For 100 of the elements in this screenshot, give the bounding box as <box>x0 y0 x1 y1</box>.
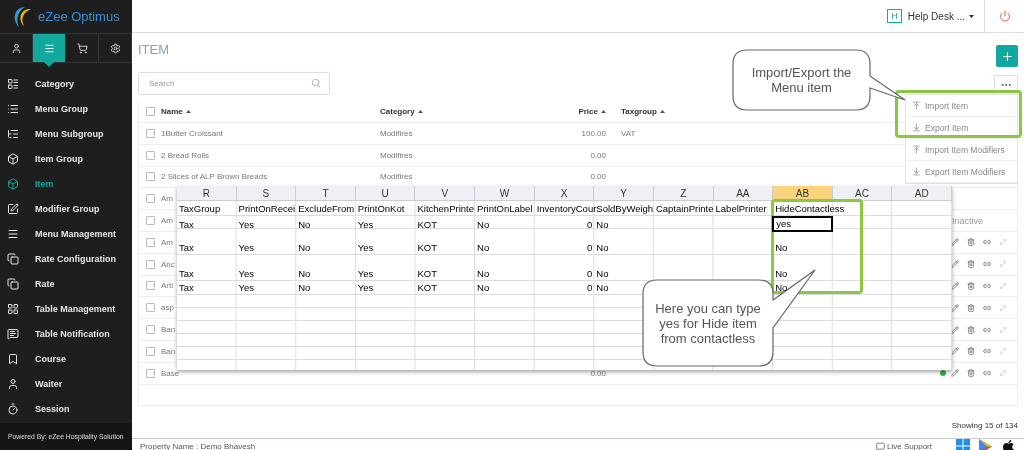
sheet-cell[interactable]: No <box>296 242 313 254</box>
trash-icon[interactable] <box>967 260 975 269</box>
checkbox[interactable] <box>146 172 155 182</box>
sheet-cell[interactable]: ExcludeFrom <box>296 203 357 215</box>
sidebar-item[interactable]: Modifier Group <box>0 196 126 221</box>
sheet-cell[interactable]: KitchenPrinte <box>415 203 476 215</box>
column-letter[interactable]: AA <box>713 186 774 201</box>
checkbox[interactable] <box>146 216 155 226</box>
sheet-cell[interactable]: No <box>773 282 790 294</box>
checkbox[interactable] <box>146 237 155 247</box>
sheet-cell[interactable]: No <box>594 268 611 280</box>
more-button[interactable] <box>994 75 1018 95</box>
sheet-cell[interactable]: KOT <box>415 219 439 231</box>
trash-icon[interactable] <box>967 303 975 312</box>
sort-icon[interactable] <box>185 110 191 113</box>
sheet-cell[interactable]: Yes <box>236 242 257 254</box>
column-header[interactable]: Category <box>380 107 423 116</box>
sheet-cell[interactable]: CaptainPrinte <box>653 203 716 215</box>
sheet-cell[interactable]: PrintOnKot <box>355 203 407 215</box>
sheet-cell[interactable]: Tax <box>177 242 196 254</box>
pencil-icon[interactable] <box>951 369 959 378</box>
sheet-cell[interactable]: KOT <box>415 282 439 294</box>
resize-icon[interactable] <box>999 325 1007 334</box>
sheet-cell[interactable]: Yes <box>236 268 257 280</box>
link-icon[interactable] <box>983 260 991 269</box>
column-letter[interactable]: Z <box>653 186 714 201</box>
live-support-link[interactable]: Live Support <box>876 441 932 450</box>
column-letter[interactable]: U <box>355 186 416 201</box>
column-letter[interactable]: R <box>177 186 237 201</box>
sidebar-item[interactable]: Category <box>0 71 126 96</box>
checkbox[interactable] <box>146 194 155 204</box>
resize-icon[interactable] <box>999 369 1007 378</box>
checkbox[interactable] <box>146 281 155 291</box>
trash-icon[interactable] <box>967 347 975 356</box>
column-letter[interactable]: V <box>415 186 476 201</box>
sheet-cell[interactable]: Yes <box>355 242 376 254</box>
sheet-cell[interactable]: No <box>296 268 313 280</box>
resize-icon[interactable] <box>999 260 1007 269</box>
sheet-cell[interactable]: 0 <box>585 282 595 294</box>
windows-icon[interactable] <box>956 439 970 450</box>
pencil-icon[interactable] <box>951 303 959 312</box>
checkbox[interactable] <box>146 128 155 138</box>
sheet-cell[interactable]: LabelPrinter <box>713 203 769 215</box>
sheet-cell[interactable]: Tax <box>177 219 196 231</box>
sheet-cell[interactable]: Yes <box>355 268 376 280</box>
sheet-cell[interactable]: HideContactless <box>773 203 847 215</box>
checkbox[interactable] <box>146 107 155 116</box>
sheet-cell[interactable]: No <box>475 219 492 231</box>
column-letter[interactable]: X <box>534 186 595 201</box>
pencil-icon[interactable] <box>951 260 959 269</box>
pencil-icon[interactable] <box>951 325 959 334</box>
sidebar-item[interactable]: Session <box>0 396 126 421</box>
sidebar-item[interactable]: Table Notification <box>0 321 126 346</box>
sheet-cell[interactable]: Yes <box>236 219 257 231</box>
checkbox[interactable] <box>146 259 155 269</box>
sheet-cell[interactable]: No <box>475 268 492 280</box>
sheet-cell[interactable]: No <box>296 219 313 231</box>
trash-icon[interactable] <box>967 369 975 378</box>
sort-icon[interactable] <box>659 110 665 113</box>
sheet-cell[interactable]: Yes <box>236 282 257 294</box>
sheet-cell[interactable]: 0 <box>585 219 595 231</box>
checkbox[interactable] <box>146 346 155 356</box>
sort-icon[interactable] <box>601 110 606 113</box>
resize-icon[interactable] <box>999 238 1007 247</box>
sheet-cell[interactable]: TaxGroup <box>177 203 223 215</box>
checkbox[interactable] <box>146 325 155 335</box>
trash-icon[interactable] <box>967 238 975 247</box>
resize-icon[interactable] <box>999 281 1007 290</box>
column-header[interactable]: Name <box>161 107 191 116</box>
search-field[interactable]: Search <box>138 71 330 95</box>
sidebar-item[interactable]: Item <box>0 171 126 196</box>
sidebar-item[interactable]: Menu Group <box>0 96 126 121</box>
power-icon[interactable] <box>998 10 1011 22</box>
apple-icon[interactable] <box>1001 438 1016 450</box>
sheet-cell[interactable]: Yes <box>355 219 376 231</box>
sheet-cell[interactable]: PrintOnLabel <box>475 203 535 215</box>
sheet-cell[interactable]: 0 <box>585 242 595 254</box>
sheet-cell[interactable]: No <box>594 242 611 254</box>
column-header[interactable]: Price <box>578 107 606 116</box>
sheet-cell[interactable]: KOT <box>415 268 439 280</box>
link-icon[interactable] <box>983 238 991 247</box>
link-icon[interactable] <box>983 369 991 378</box>
sheet-cell[interactable]: Yes <box>355 282 376 294</box>
sidebar-item[interactable]: Waiter <box>0 371 126 396</box>
checkbox[interactable] <box>146 368 155 378</box>
sidebar-item[interactable]: Item Group <box>0 146 126 171</box>
pencil-icon[interactable] <box>951 281 959 290</box>
sheet-cell[interactable]: PrintOnRecei <box>236 203 298 215</box>
link-icon[interactable] <box>983 325 991 334</box>
sheet-cell[interactable]: 0 <box>585 268 595 280</box>
sheet-cell[interactable]: No <box>594 219 611 231</box>
sheet-cell[interactable]: KOT <box>415 242 439 254</box>
pencil-icon[interactable] <box>951 347 959 356</box>
sidebar-item[interactable]: Table Management <box>0 296 126 321</box>
column-header[interactable]: Taxgroup <box>606 107 665 116</box>
search-icon[interactable] <box>311 78 321 88</box>
play-store-icon[interactable] <box>979 438 992 450</box>
sheet-cell[interactable]: yes <box>772 216 834 232</box>
sort-icon[interactable] <box>417 110 423 113</box>
column-letter[interactable]: T <box>296 186 356 201</box>
